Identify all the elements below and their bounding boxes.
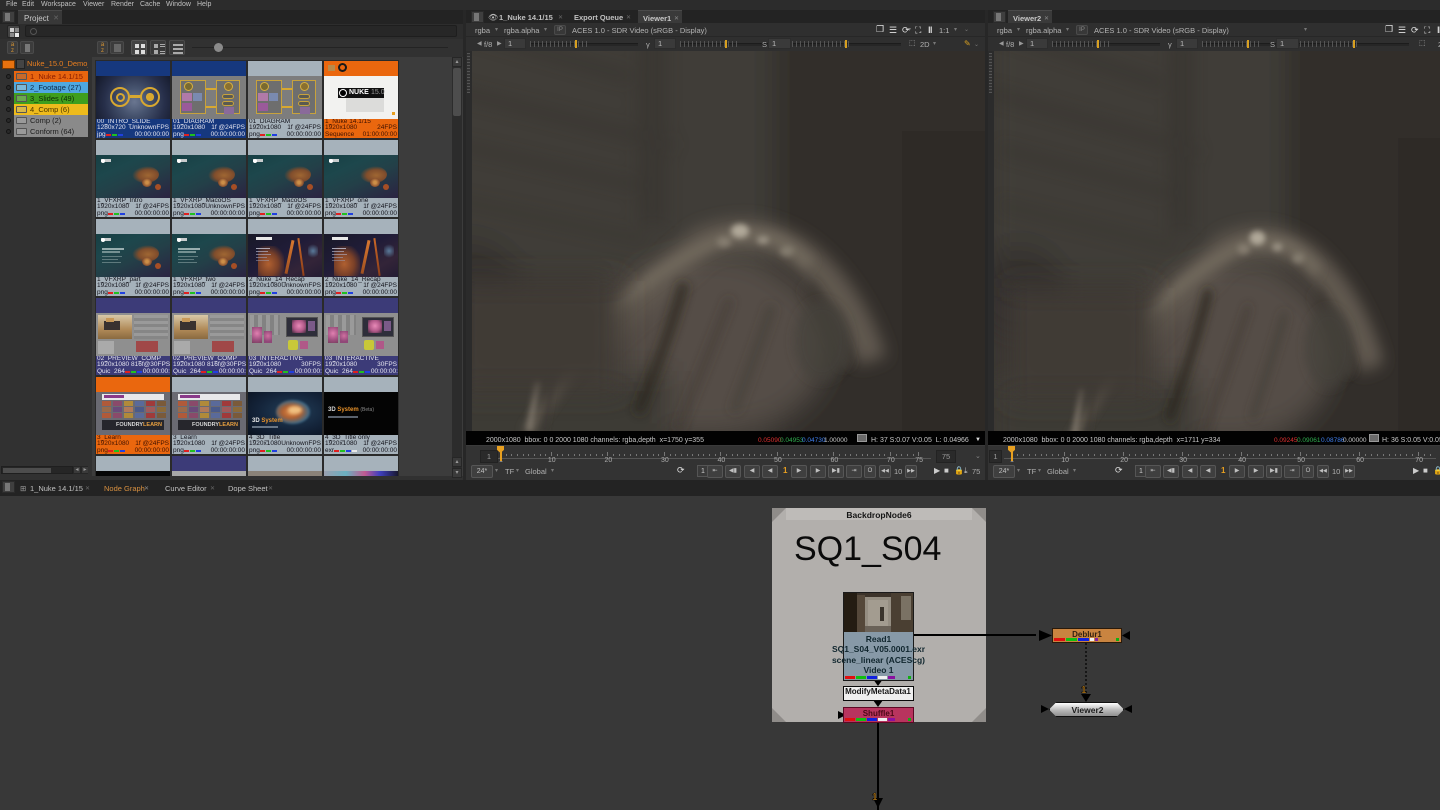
svg-text:1: 1 <box>1081 685 1087 696</box>
svg-text:1: 1 <box>872 792 878 803</box>
